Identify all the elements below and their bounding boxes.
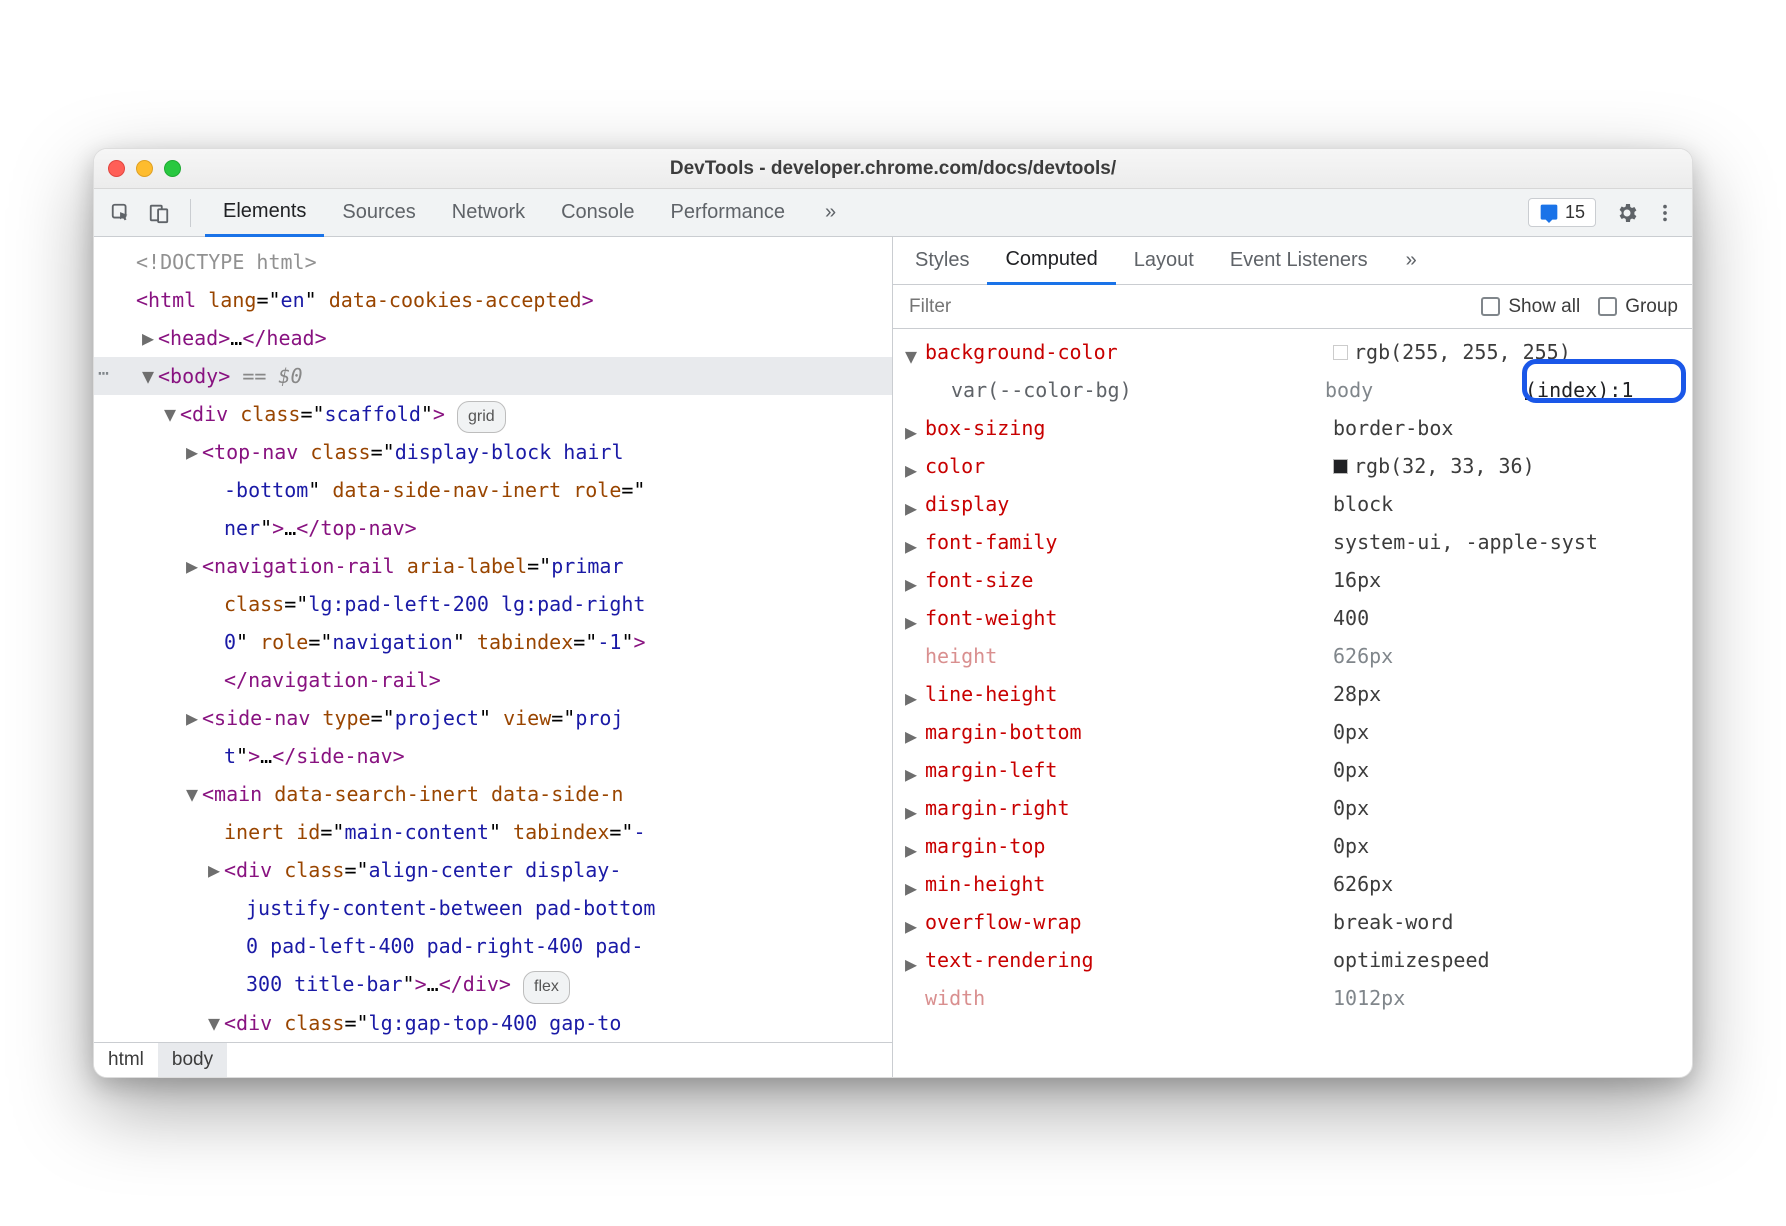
group-checkbox[interactable]: Group — [1598, 296, 1678, 318]
main-toolbar: ElementsSourcesNetworkConsolePerformance… — [94, 189, 1692, 237]
filter-row: Show all Group — [893, 285, 1692, 329]
more-tabs-icon[interactable]: » — [807, 189, 854, 237]
computed-row[interactable]: ▶min-height626px — [893, 865, 1692, 903]
computed-row[interactable]: height626px — [893, 637, 1692, 675]
panel-tabs: ElementsSourcesNetworkConsolePerformance — [205, 189, 803, 237]
sidebar-tab-styles[interactable]: Styles — [897, 237, 987, 285]
computed-row[interactable]: ▶line-height28px — [893, 675, 1692, 713]
issues-count: 15 — [1565, 202, 1585, 223]
tab-console[interactable]: Console — [543, 189, 652, 237]
dom-row[interactable]: </navigation-rail> — [94, 661, 892, 699]
computed-row[interactable]: ▶font-size16px — [893, 561, 1692, 599]
elements-panel: <!DOCTYPE html><html lang="en" data-cook… — [94, 237, 893, 1077]
dom-row[interactable]: ▼<body> == $0 — [94, 357, 892, 395]
minimize-icon[interactable] — [136, 160, 153, 177]
crumb-html[interactable]: html — [94, 1043, 158, 1077]
computed-row[interactable]: ▶margin-bottom0px — [893, 713, 1692, 751]
dom-row[interactable]: <!DOCTYPE html> — [94, 243, 892, 281]
gear-icon[interactable] — [1610, 196, 1644, 230]
dom-row[interactable]: -bottom" data-side-nav-inert role=" — [94, 471, 892, 509]
computed-row[interactable]: ▶colorrgb(32, 33, 36) — [893, 447, 1692, 485]
computed-row[interactable]: ▶box-sizingborder-box — [893, 409, 1692, 447]
tab-performance[interactable]: Performance — [653, 189, 804, 237]
dom-row[interactable]: ▶<div class="align-center display- — [94, 851, 892, 889]
computed-row[interactable]: ▶overflow-wrapbreak-word — [893, 903, 1692, 941]
dom-row[interactable]: 0" role="navigation" tabindex="-1"> — [94, 623, 892, 661]
dom-row[interactable]: ▼<div class="lg:gap-top-400 gap-to — [94, 1004, 892, 1042]
computed-row[interactable]: ▶font-weight400 — [893, 599, 1692, 637]
computed-row[interactable]: ▶margin-left0px — [893, 751, 1692, 789]
sidebar-tab-event-listeners[interactable]: Event Listeners — [1212, 237, 1386, 285]
dom-row[interactable]: 300 title-bar">…</div> flex — [94, 965, 892, 1003]
dom-row[interactable]: 0 pad-left-400 pad-right-400 pad- — [94, 927, 892, 965]
computed-row[interactable]: ▶displayblock — [893, 485, 1692, 523]
separator — [190, 199, 191, 227]
dom-row[interactable]: ner">…</top-nav> — [94, 509, 892, 547]
dom-row[interactable]: ▶<navigation-rail aria-label="primar — [94, 547, 892, 585]
window-title: DevTools - developer.chrome.com/docs/dev… — [670, 158, 1116, 180]
devtools-window: DevTools - developer.chrome.com/docs/dev… — [93, 148, 1693, 1078]
tab-network[interactable]: Network — [434, 189, 543, 237]
computed-row[interactable]: ▶margin-top0px — [893, 827, 1692, 865]
tab-sources[interactable]: Sources — [324, 189, 433, 237]
dom-row[interactable]: <html lang="en" data-cookies-accepted> — [94, 281, 892, 319]
sidebar-tab-layout[interactable]: Layout — [1116, 237, 1212, 285]
computed-row[interactable]: ▶font-familysystem-ui, -apple-syst — [893, 523, 1692, 561]
show-all-checkbox[interactable]: Show all — [1481, 296, 1580, 318]
dom-row[interactable]: ▼<div class="scaffold"> grid — [94, 395, 892, 433]
content-area: <!DOCTYPE html><html lang="en" data-cook… — [94, 237, 1692, 1077]
dom-row[interactable]: ▶<head>…</head> — [94, 319, 892, 357]
more-tabs-icon[interactable]: » — [1388, 237, 1435, 285]
inspect-icon[interactable] — [104, 196, 138, 230]
filter-input[interactable] — [907, 295, 1463, 319]
computed-row[interactable]: width1012px — [893, 979, 1692, 1017]
computed-row[interactable]: ▶text-renderingoptimizespeed — [893, 941, 1692, 979]
zoom-icon[interactable] — [164, 160, 181, 177]
tab-elements[interactable]: Elements — [205, 189, 324, 237]
window-controls — [108, 160, 181, 177]
device-toggle-icon[interactable] — [142, 196, 176, 230]
styles-sidebar: StylesComputedLayoutEvent Listeners » Sh… — [893, 237, 1692, 1077]
computed-row[interactable]: ▶margin-right0px — [893, 789, 1692, 827]
source-link[interactable]: (index):1 — [1525, 371, 1633, 409]
dom-row[interactable]: t">…</side-nav> — [94, 737, 892, 775]
dom-tree[interactable]: <!DOCTYPE html><html lang="en" data-cook… — [94, 237, 892, 1042]
dom-row[interactable]: ▶<top-nav class="display-block hairl — [94, 433, 892, 471]
dom-row[interactable]: justify-content-between pad-bottom — [94, 889, 892, 927]
computed-properties[interactable]: ▼background-colorrgb(255, 255, 255)var(-… — [893, 329, 1692, 1077]
computed-row[interactable]: ▼background-colorrgb(255, 255, 255) — [893, 333, 1692, 371]
sidebar-tab-computed[interactable]: Computed — [987, 237, 1115, 285]
breadcrumb[interactable]: htmlbody — [94, 1042, 892, 1077]
titlebar: DevTools - developer.chrome.com/docs/dev… — [94, 149, 1692, 189]
close-icon[interactable] — [108, 160, 125, 177]
dom-row[interactable]: ▶<side-nav type="project" view="proj — [94, 699, 892, 737]
computed-sub-row[interactable]: var(--color-bg)body(index):1 — [893, 371, 1692, 409]
dom-row[interactable]: class="lg:pad-left-200 lg:pad-right — [94, 585, 892, 623]
issues-badge[interactable]: 15 — [1528, 198, 1596, 227]
sidebar-tabs: StylesComputedLayoutEvent Listeners » — [893, 237, 1692, 285]
kebab-icon[interactable] — [1648, 196, 1682, 230]
dom-row[interactable]: ▼<main data-search-inert data-side-n — [94, 775, 892, 813]
dom-row[interactable]: inert id="main-content" tabindex="- — [94, 813, 892, 851]
crumb-body[interactable]: body — [158, 1043, 227, 1077]
